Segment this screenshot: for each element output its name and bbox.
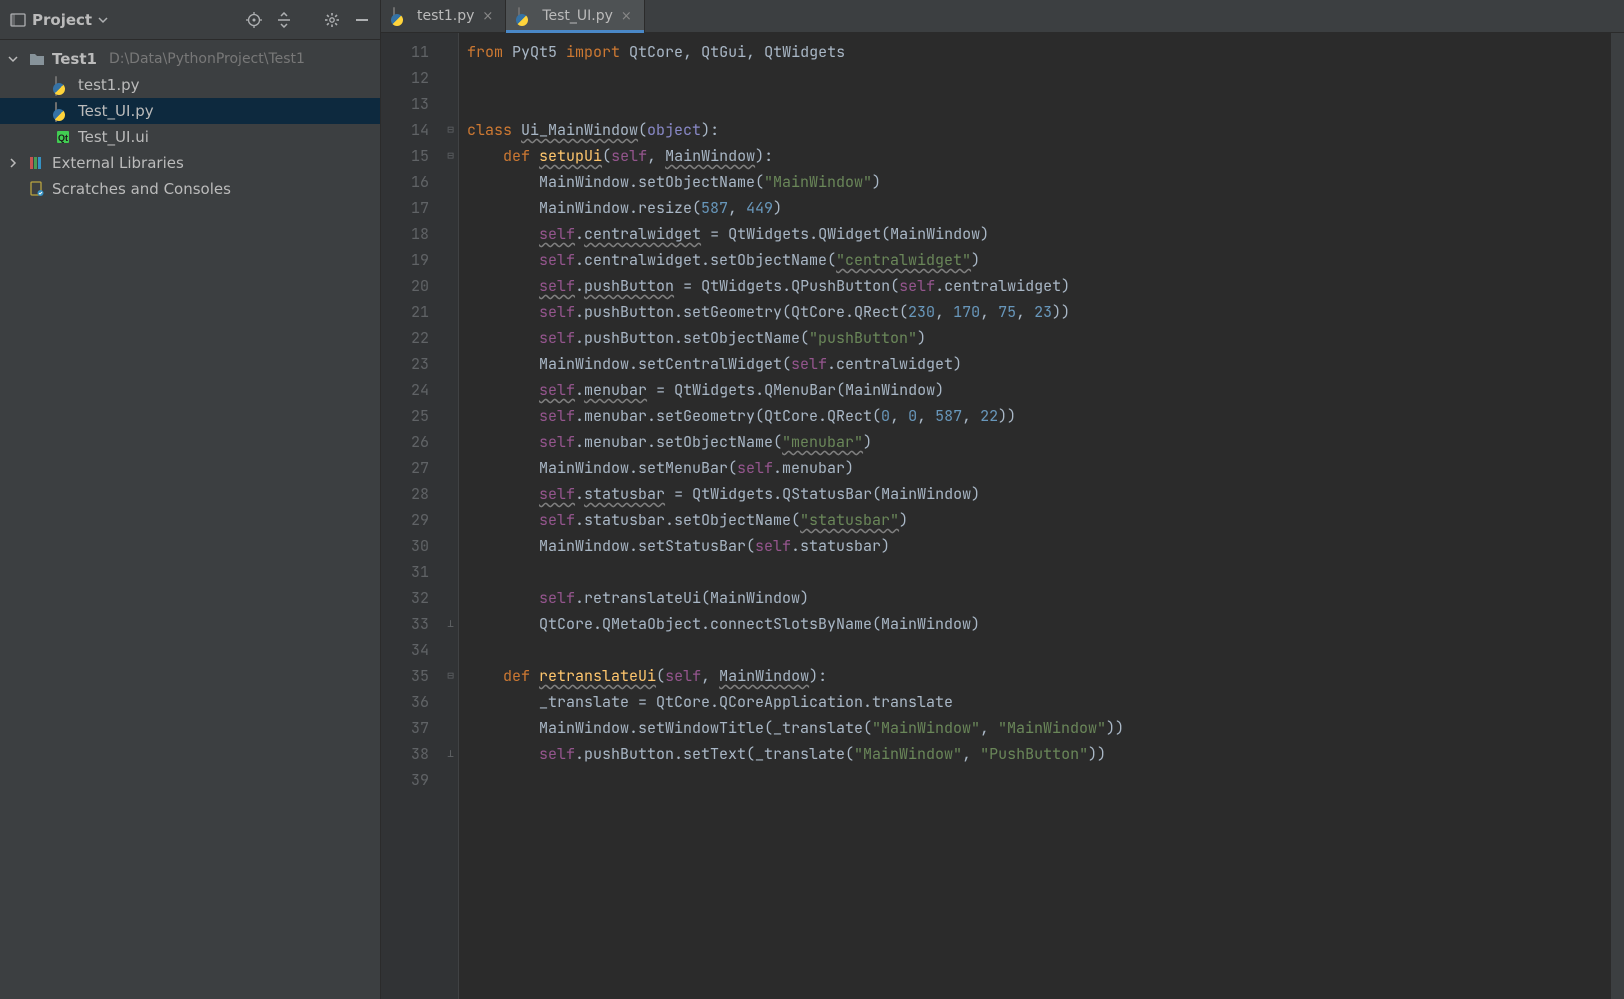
libraries-icon bbox=[29, 156, 45, 170]
python-file-icon bbox=[55, 103, 71, 119]
scrollbar[interactable] bbox=[1610, 33, 1624, 999]
sidebar-title: Project bbox=[32, 11, 92, 29]
python-file-icon bbox=[55, 77, 71, 93]
file-label: Test_UI.py bbox=[78, 102, 154, 120]
tab-Test_UI-py[interactable]: Test_UI.py × bbox=[506, 0, 644, 32]
scratches-icon bbox=[29, 181, 45, 197]
qt-ui-icon: Qt bbox=[55, 129, 71, 145]
fold-gutter[interactable]: ⊟⊟⊥⊟⊥ bbox=[443, 33, 459, 999]
chevron-right-icon bbox=[8, 158, 18, 168]
hide-icon[interactable] bbox=[354, 12, 370, 28]
root-label: Test1 bbox=[52, 50, 97, 68]
locate-icon[interactable] bbox=[246, 12, 262, 28]
file-Test_UI-py[interactable]: Test_UI.py bbox=[0, 98, 380, 124]
scratches-and-consoles[interactable]: Scratches and Consoles bbox=[0, 176, 380, 202]
project-tree: Test1 D:\Data\PythonProject\Test1 test1.… bbox=[0, 40, 380, 202]
python-file-icon bbox=[518, 8, 534, 24]
editor-tabbar: test1.py × Test_UI.py × bbox=[381, 0, 1624, 33]
svg-text:Qt: Qt bbox=[58, 133, 68, 143]
external-libraries[interactable]: External Libraries bbox=[0, 150, 380, 176]
root-path: D:\Data\PythonProject\Test1 bbox=[109, 51, 305, 67]
close-icon[interactable]: × bbox=[482, 9, 493, 24]
file-Test_UI-ui[interactable]: Qt Test_UI.ui bbox=[0, 124, 380, 150]
sidebar-header: Project bbox=[0, 0, 380, 40]
project-sidebar: Project Test1 D:\Data\PythonProject\Test… bbox=[0, 0, 381, 999]
scratches-label: Scratches and Consoles bbox=[52, 180, 231, 198]
chevron-down-icon bbox=[8, 54, 18, 64]
file-label: test1.py bbox=[78, 76, 140, 94]
project-root[interactable]: Test1 D:\Data\PythonProject\Test1 bbox=[0, 46, 380, 72]
code-editor[interactable]: 1112131415161718192021222324252627282930… bbox=[381, 33, 1624, 999]
python-file-icon bbox=[393, 8, 409, 24]
code-area[interactable]: from PyQt5 import QtCore, QtGui, QtWidge… bbox=[459, 33, 1610, 999]
close-icon[interactable]: × bbox=[621, 9, 632, 24]
project-tool-window-button[interactable]: Project bbox=[10, 11, 246, 29]
external-libraries-label: External Libraries bbox=[52, 154, 184, 172]
folder-icon bbox=[29, 52, 45, 66]
expand-all-icon[interactable] bbox=[276, 12, 292, 28]
tab-label: test1.py bbox=[417, 8, 474, 24]
chevron-down-icon bbox=[98, 15, 108, 25]
editor-area: test1.py × Test_UI.py × 1112131415161718192… bbox=[381, 0, 1624, 999]
file-test1-py[interactable]: test1.py bbox=[0, 72, 380, 98]
tab-test1-py[interactable]: test1.py × bbox=[381, 0, 506, 32]
tab-label: Test_UI.py bbox=[542, 8, 613, 24]
line-number-gutter: 1112131415161718192021222324252627282930… bbox=[381, 33, 443, 999]
file-label: Test_UI.ui bbox=[78, 128, 149, 146]
project-icon bbox=[10, 12, 26, 28]
gear-icon[interactable] bbox=[324, 12, 340, 28]
